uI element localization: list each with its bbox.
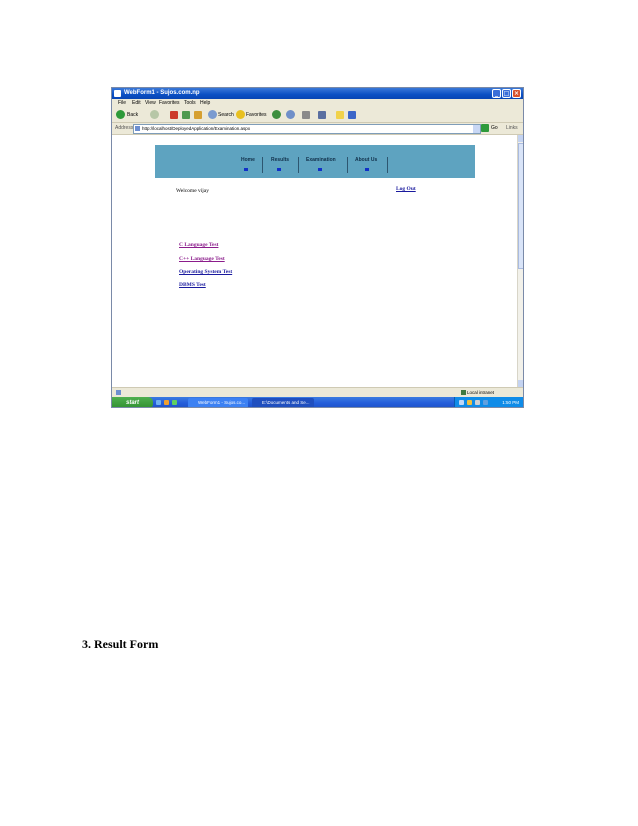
search-icon[interactable]: [208, 110, 217, 119]
messenger-icon[interactable]: [348, 111, 356, 119]
tray-icon[interactable]: [483, 400, 488, 405]
welcome-text: Welcome vijay: [176, 188, 210, 194]
stop-icon[interactable]: [170, 111, 178, 119]
system-tray: 1:50 PM: [454, 397, 523, 407]
menu-file[interactable]: File: [118, 99, 126, 108]
menu-tools[interactable]: Tools: [184, 99, 196, 108]
menu-favorites[interactable]: Favorites: [159, 99, 180, 108]
search-button[interactable]: Search: [218, 110, 234, 120]
page-done-icon: [116, 390, 121, 395]
tray-icon[interactable]: [459, 400, 464, 405]
address-bar: Address http://localhost/DeployedApplica…: [112, 123, 523, 135]
taskbar: start WebForm1 - Sujos.co... E:\Document…: [112, 397, 523, 407]
minimize-icon[interactable]: _: [492, 89, 501, 98]
page-icon: [135, 126, 140, 131]
mail-icon[interactable]: [286, 110, 295, 119]
back-icon[interactable]: [116, 110, 125, 119]
nav-divider: [387, 157, 388, 173]
vertical-scrollbar[interactable]: [517, 135, 523, 387]
edit-icon[interactable]: [318, 111, 326, 119]
status-zone: Local intranet: [467, 390, 495, 395]
task-label: E:\Documents and Se...: [262, 400, 310, 405]
forward-icon[interactable]: [150, 110, 159, 119]
task-webform[interactable]: WebForm1 - Sujos.co...: [188, 398, 248, 407]
test-link-c[interactable]: C Language Test: [179, 242, 218, 249]
nav-divider: [347, 157, 348, 173]
favorites-star-icon[interactable]: [236, 110, 245, 119]
menu-help[interactable]: Help: [200, 99, 210, 108]
tray-icon[interactable]: [475, 400, 480, 405]
logout-link[interactable]: Log Out: [396, 186, 416, 193]
window-title: WebForm1 - Sujos.com.np: [124, 90, 200, 96]
nav-examination-marker: [318, 168, 322, 171]
nav-about-marker: [365, 168, 369, 171]
history-icon[interactable]: [272, 110, 281, 119]
intranet-icon: [461, 390, 466, 395]
address-url: http://localhost/DeployedApplication/Exa…: [142, 126, 251, 131]
nav-divider: [262, 157, 263, 173]
links-button[interactable]: Links: [506, 123, 518, 134]
status-bar: Local intranet: [112, 387, 523, 397]
nav-results[interactable]: Results: [271, 157, 289, 163]
start-button[interactable]: start: [112, 397, 153, 407]
nav-results-marker: [277, 168, 281, 171]
nav-examination[interactable]: Examination: [306, 157, 336, 163]
page-viewport: Home Results Examination About Us Welcom…: [112, 135, 517, 387]
task-label: WebForm1 - Sujos.co...: [198, 400, 246, 405]
test-link-os[interactable]: Operating System Test: [179, 269, 232, 276]
folder-icon[interactable]: [336, 111, 344, 119]
task-explorer[interactable]: E:\Documents and Se...: [252, 398, 314, 407]
test-link-dbms[interactable]: DBMS Test: [179, 282, 206, 289]
home-icon[interactable]: [194, 111, 202, 119]
refresh-icon[interactable]: [182, 111, 190, 119]
nav-home[interactable]: Home: [241, 157, 255, 163]
maximize-icon[interactable]: □: [502, 89, 511, 98]
browser-screenshot: WebForm1 - Sujos.com.np _ □ × File Edit …: [111, 87, 524, 408]
back-button[interactable]: Back: [127, 110, 138, 120]
scroll-down-icon[interactable]: [518, 380, 523, 387]
nav-divider: [298, 157, 299, 173]
address-input[interactable]: http://localhost/DeployedApplication/Exa…: [133, 124, 481, 134]
clock: 1:50 PM: [502, 400, 519, 405]
site-nav-bar: Home Results Examination About Us: [155, 145, 475, 178]
menu-view[interactable]: View: [145, 99, 156, 108]
quicklaunch-icon[interactable]: [156, 400, 161, 405]
scroll-thumb[interactable]: [518, 143, 523, 269]
print-icon[interactable]: [302, 111, 310, 119]
scroll-up-icon[interactable]: [518, 135, 523, 142]
menu-edit[interactable]: Edit: [132, 99, 141, 108]
nav-about-us[interactable]: About Us: [355, 157, 377, 163]
go-button[interactable]: Go: [491, 123, 498, 134]
favorites-button[interactable]: Favorites: [246, 110, 267, 120]
quicklaunch-icon[interactable]: [164, 400, 169, 405]
ie-icon: [114, 90, 121, 97]
chevron-down-icon[interactable]: [473, 125, 480, 133]
close-icon[interactable]: ×: [512, 89, 521, 98]
quicklaunch-icon[interactable]: [172, 400, 177, 405]
toolbar: Back Search Favorites: [112, 108, 523, 123]
nav-home-marker: [244, 168, 248, 171]
section-caption: 3. Result Form: [82, 637, 159, 651]
tray-icon[interactable]: [467, 400, 472, 405]
title-bar: WebForm1 - Sujos.com.np _ □ ×: [112, 88, 523, 99]
test-link-cpp[interactable]: C++ Language Test: [179, 256, 225, 263]
go-arrow-icon[interactable]: [481, 124, 489, 132]
address-label: Address: [115, 125, 134, 131]
